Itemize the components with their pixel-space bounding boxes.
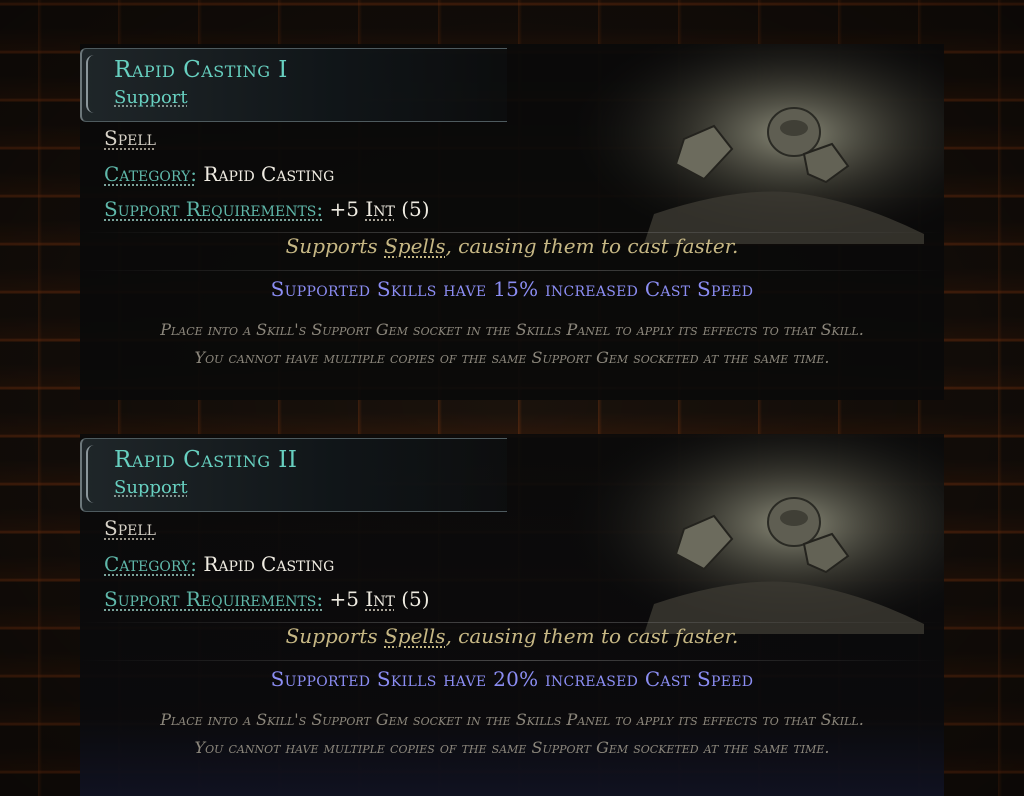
category-value: Rapid Casting xyxy=(203,552,335,576)
gem-art-icon xyxy=(564,434,944,634)
requirements-label[interactable]: Support Requirements: xyxy=(104,197,323,221)
gem-flavor-text: Place into a Skill's Support Gem socket … xyxy=(160,320,864,367)
skill-tag-link[interactable]: Spell xyxy=(104,126,156,150)
tooltip-panel-rapid-casting-1: Rapid Casting I Support Spell Category: … xyxy=(80,44,944,400)
requirements-suffix: (5) xyxy=(401,197,430,221)
separator xyxy=(80,232,944,233)
description-post: , causing them to cast faster. xyxy=(445,624,739,648)
separator xyxy=(80,660,944,661)
gem-type-link[interactable]: Support xyxy=(114,477,188,498)
separator xyxy=(80,270,944,271)
separator xyxy=(80,622,944,623)
header-ornament xyxy=(86,445,100,503)
tooltip-panel-rapid-casting-2: Rapid Casting II Support Spell Category:… xyxy=(80,434,944,796)
gem-name: Rapid Casting II xyxy=(114,447,298,473)
tooltip-header: Rapid Casting I Support xyxy=(80,48,507,122)
requirements-int-link[interactable]: Int xyxy=(365,197,395,221)
requirements-prefix: +5 xyxy=(329,587,359,611)
gem-flavor-text: Place into a Skill's Support Gem socket … xyxy=(160,710,864,757)
gem-type-link[interactable]: Support xyxy=(114,87,188,108)
description-pre: Supports xyxy=(285,624,378,648)
category-line: Category: Rapid Casting xyxy=(104,162,334,186)
gem-art-icon xyxy=(564,44,944,244)
category-label[interactable]: Category: xyxy=(104,552,197,576)
spells-keyword-link[interactable]: Spells xyxy=(384,624,445,648)
requirements-int-link[interactable]: Int xyxy=(365,587,395,611)
requirements-line: Support Requirements: +5 Int (5) xyxy=(104,197,430,221)
description-post: , causing them to cast faster. xyxy=(445,234,739,258)
gem-modifier: Supported Skills have 20% increased Cast… xyxy=(270,667,754,691)
gem-modifier: Supported Skills have 15% increased Cast… xyxy=(270,277,754,301)
spells-keyword-link[interactable]: Spells xyxy=(384,234,445,258)
category-value: Rapid Casting xyxy=(203,162,335,186)
skill-tag-link[interactable]: Spell xyxy=(104,516,156,540)
tooltip-header: Rapid Casting II Support xyxy=(80,438,507,512)
category-label[interactable]: Category: xyxy=(104,162,197,186)
requirements-prefix: +5 xyxy=(329,197,359,221)
header-ornament xyxy=(86,55,100,113)
gem-name: Rapid Casting I xyxy=(114,57,288,83)
gem-description: Supports Spells, causing them to cast fa… xyxy=(80,234,944,258)
category-line: Category: Rapid Casting xyxy=(104,552,334,576)
requirements-line: Support Requirements: +5 Int (5) xyxy=(104,587,430,611)
requirements-label[interactable]: Support Requirements: xyxy=(104,587,323,611)
gem-description: Supports Spells, causing them to cast fa… xyxy=(80,624,944,648)
description-pre: Supports xyxy=(285,234,378,258)
requirements-suffix: (5) xyxy=(401,587,430,611)
